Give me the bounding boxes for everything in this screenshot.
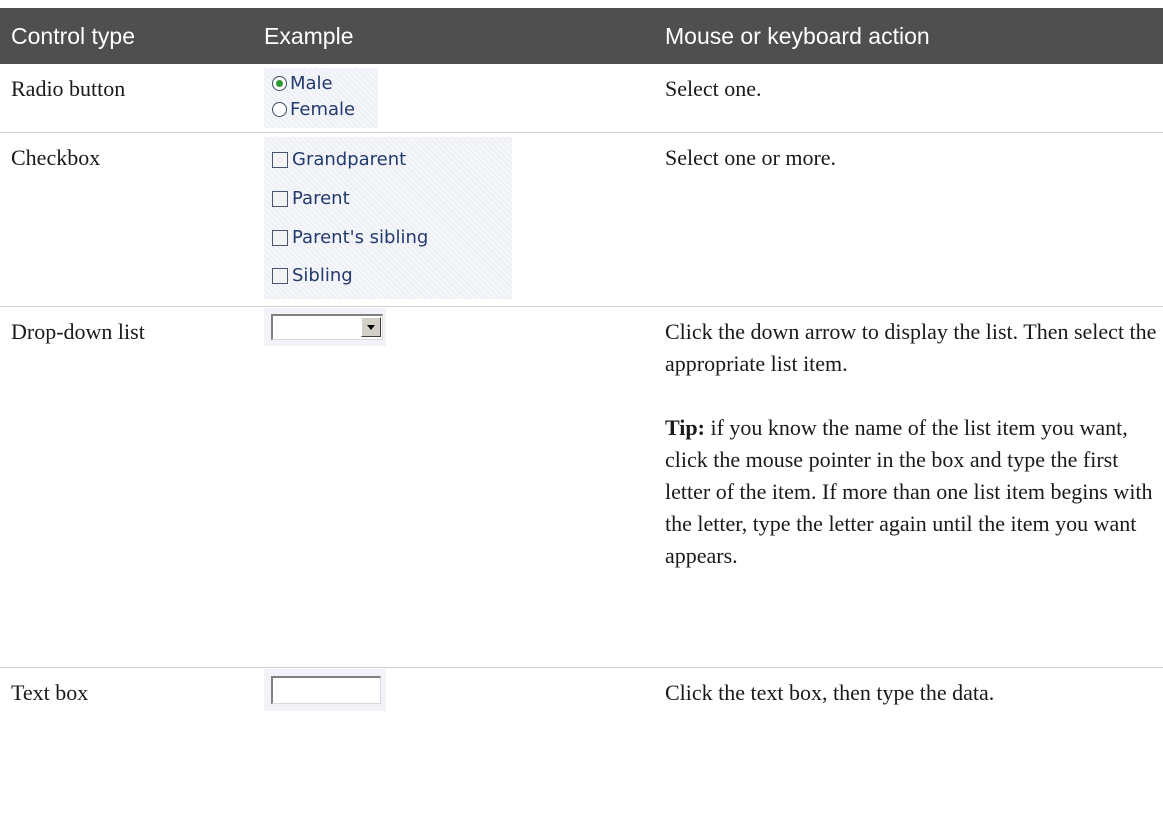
checkbox-example: Grandparent Parent Parent's sibling Sibl… — [264, 137, 512, 299]
tip-paragraph: Tip: if you know the name of the list it… — [665, 412, 1157, 572]
radio-option-female[interactable]: Female — [272, 98, 355, 122]
checkbox-label: Grandparent — [292, 149, 407, 170]
table-row: Checkbox Grandparent Parent Parent's sib… — [0, 133, 1163, 307]
checkbox-option-parents-sibling[interactable]: Parent's sibling — [272, 226, 428, 250]
control-type-cell: Drop-down list — [11, 319, 145, 344]
radio-unselected-icon[interactable] — [272, 102, 287, 117]
checkbox-label: Sibling — [292, 265, 353, 286]
tip-text: if you know the name of the list item yo… — [665, 415, 1153, 568]
radio-selected-icon[interactable] — [272, 76, 287, 91]
control-type-cell: Radio button — [11, 76, 126, 101]
checkbox-option-parent[interactable]: Parent — [272, 187, 350, 211]
dropdown-select[interactable] — [271, 314, 383, 340]
controls-table: Control type Example Mouse or keyboard a… — [0, 8, 1163, 763]
table-header: Control type Example Mouse or keyboard a… — [0, 8, 1163, 64]
text-input[interactable] — [271, 676, 381, 704]
checkbox-icon[interactable] — [272, 268, 288, 284]
table-row: Radio button Male Female Select one. — [0, 64, 1163, 133]
checkbox-option-sibling[interactable]: Sibling — [272, 264, 353, 288]
header-action: Mouse or keyboard action — [665, 23, 930, 49]
radio-label: Female — [290, 99, 356, 120]
action-text: Click the down arrow to display the list… — [665, 319, 1157, 376]
tip-label: Tip: — [665, 415, 705, 440]
checkbox-icon[interactable] — [272, 152, 288, 168]
checkbox-label: Parent — [292, 188, 350, 209]
radio-option-male[interactable]: Male — [272, 72, 333, 96]
control-type-cell: Text box — [11, 680, 89, 705]
header-control-type: Control type — [11, 23, 136, 49]
action-cell: Select one. — [665, 73, 1157, 105]
action-cell: Click the down arrow to display the list… — [665, 316, 1157, 572]
checkbox-label: Parent's sibling — [292, 227, 429, 248]
radio-label: Male — [290, 73, 333, 94]
action-text: Click the text box, then type the data. — [665, 680, 995, 705]
dropdown-example — [264, 308, 386, 346]
table-row: Drop-down list Click the down arrow to d… — [0, 307, 1163, 668]
control-type-cell: Checkbox — [11, 145, 101, 170]
chevron-down-icon[interactable] — [361, 317, 381, 337]
textbox-example — [264, 669, 386, 711]
action-text: Select one. — [665, 76, 762, 101]
radio-example: Male Female — [264, 68, 378, 128]
checkbox-icon[interactable] — [272, 191, 288, 207]
table-row: Text box Click the text box, then type t… — [0, 668, 1163, 763]
checkbox-icon[interactable] — [272, 230, 288, 246]
action-cell: Select one or more. — [665, 142, 1157, 174]
action-cell: Click the text box, then type the data. — [665, 677, 1157, 709]
header-example: Example — [264, 23, 354, 49]
checkbox-option-grandparent[interactable]: Grandparent — [272, 148, 406, 172]
action-text: Select one or more. — [665, 145, 837, 170]
